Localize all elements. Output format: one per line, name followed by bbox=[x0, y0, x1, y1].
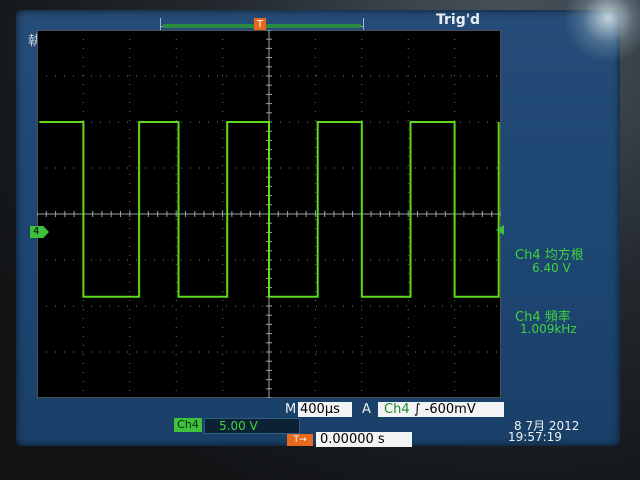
trigger-readout: Ch4 ∫ -600mV bbox=[378, 402, 504, 417]
channel-badge: Ch4 bbox=[174, 418, 202, 432]
trigger-level-marker[interactable] bbox=[496, 225, 504, 235]
main-timebase-label: M bbox=[285, 402, 297, 417]
measurement-1-value: 6.40 V bbox=[532, 261, 571, 275]
trigger-a-label: A bbox=[362, 402, 371, 417]
trigger-slope-icon: ∫ bbox=[413, 402, 421, 417]
screen-glare bbox=[560, 0, 640, 60]
graticule-grid bbox=[37, 30, 501, 398]
trigger-source: Ch4 bbox=[384, 402, 410, 417]
time-readout: 19:57:19 bbox=[508, 430, 562, 444]
channel-scale-readout: 5.00 V bbox=[204, 418, 300, 434]
measurement-2-value: 1.009kHz bbox=[520, 322, 577, 336]
horizontal-position-readout: 0.00000 s bbox=[316, 432, 412, 447]
ch4-waveform-trace bbox=[39, 121, 500, 298]
waveform-graticule bbox=[37, 30, 501, 398]
trigger-status: Trig'd bbox=[436, 12, 481, 28]
timebase-readout: 400μs bbox=[298, 402, 352, 417]
horizontal-position-icon: T→ bbox=[287, 434, 313, 446]
trigger-level: -600mV bbox=[424, 402, 476, 417]
